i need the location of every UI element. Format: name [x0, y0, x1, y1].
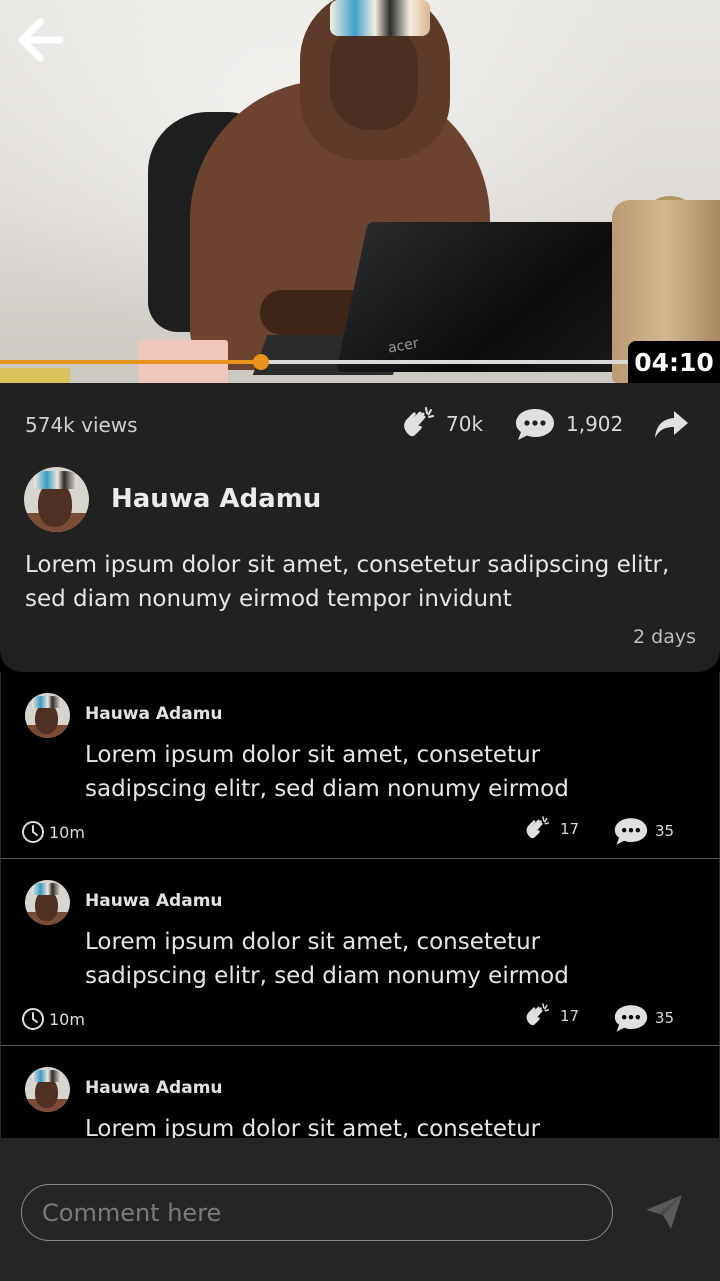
comment-count: 1,902 — [566, 412, 624, 436]
comment-time-label: 10m — [49, 822, 85, 842]
comment-item: Hauwa Adamu Lorem ipsum dolor sit amet, … — [0, 859, 720, 1046]
share-arrow-icon — [655, 411, 688, 438]
clock-icon — [22, 821, 44, 843]
comment-item: Hauwa Adamu Lorem ipsum dolor sit amet, … — [0, 1046, 720, 1138]
comment-clap-button[interactable]: 17 — [522, 1001, 579, 1031]
author-name[interactable]: Hauwa Adamu — [111, 484, 321, 514]
avatar[interactable] — [25, 1067, 70, 1112]
speech-bubble-icon — [516, 409, 554, 440]
view-count: 574k views — [25, 413, 138, 437]
comment-reply-count: 35 — [655, 822, 675, 840]
video-box-yellow — [0, 368, 70, 383]
posted-time: 2 days — [633, 626, 696, 648]
video-description: Lorem ipsum dolor sit amet, consetetur s… — [25, 552, 670, 612]
comment-author[interactable]: Hauwa Adamu — [85, 704, 223, 724]
comment-input[interactable] — [21, 1184, 613, 1241]
paper-plane-icon — [646, 1195, 682, 1229]
comment-author[interactable]: Hauwa Adamu — [85, 891, 223, 911]
clap-button[interactable]: 70k — [398, 404, 483, 444]
video-headwrap — [330, 0, 430, 36]
comment-reply-button[interactable]: 35 — [613, 1001, 674, 1035]
comment-clap-count: 17 — [560, 820, 580, 838]
author-avatar[interactable] — [24, 467, 89, 532]
avatar[interactable] — [25, 693, 70, 738]
video-progress-bar[interactable] — [0, 354, 636, 370]
video-progress-knob[interactable] — [252, 354, 269, 370]
comment-reply-button[interactable]: 35 — [613, 814, 674, 848]
comment-text: Lorem ipsum dolor sit amet, consetetur s… — [85, 742, 569, 802]
avatar[interactable] — [25, 880, 70, 925]
speech-bubble-icon — [614, 1005, 648, 1032]
arrow-left-icon — [18, 18, 64, 62]
clap-count: 70k — [446, 412, 484, 436]
video-duration: 04:10 — [628, 341, 720, 383]
comment-time-label: 10m — [49, 1009, 85, 1029]
comment-author[interactable]: Hauwa Adamu — [85, 1078, 223, 1098]
comment-clap-button[interactable]: 17 — [522, 814, 579, 844]
video-progress-fill — [0, 360, 261, 364]
comments-list[interactable]: Hauwa Adamu Lorem ipsum dolor sit amet, … — [0, 672, 720, 1138]
clap-icon — [526, 816, 549, 839]
comments-button[interactable]: 1,902 — [514, 404, 623, 444]
clap-icon — [526, 1003, 549, 1026]
speech-bubble-icon — [614, 818, 648, 845]
send-button[interactable] — [644, 1192, 684, 1232]
back-button[interactable] — [14, 16, 66, 64]
comment-reply-count: 35 — [655, 1009, 675, 1027]
comment-text: Lorem ipsum dolor sit amet, consetetur s… — [85, 929, 569, 989]
video-laptop — [336, 222, 658, 372]
comment-time: 10m — [21, 1007, 85, 1031]
comment-composer — [0, 1138, 720, 1281]
share-button[interactable] — [650, 405, 692, 445]
clap-icon — [404, 407, 434, 437]
comment-item: Hauwa Adamu Lorem ipsum dolor sit amet, … — [0, 672, 720, 859]
video-person-face — [330, 20, 418, 130]
comment-clap-count: 17 — [560, 1007, 580, 1025]
video-player[interactable]: acer 04:10 — [0, 0, 720, 383]
comment-time: 10m — [21, 820, 85, 844]
comment-text: Lorem ipsum dolor sit amet, consetetur — [85, 1116, 541, 1138]
clock-icon — [22, 1008, 44, 1030]
